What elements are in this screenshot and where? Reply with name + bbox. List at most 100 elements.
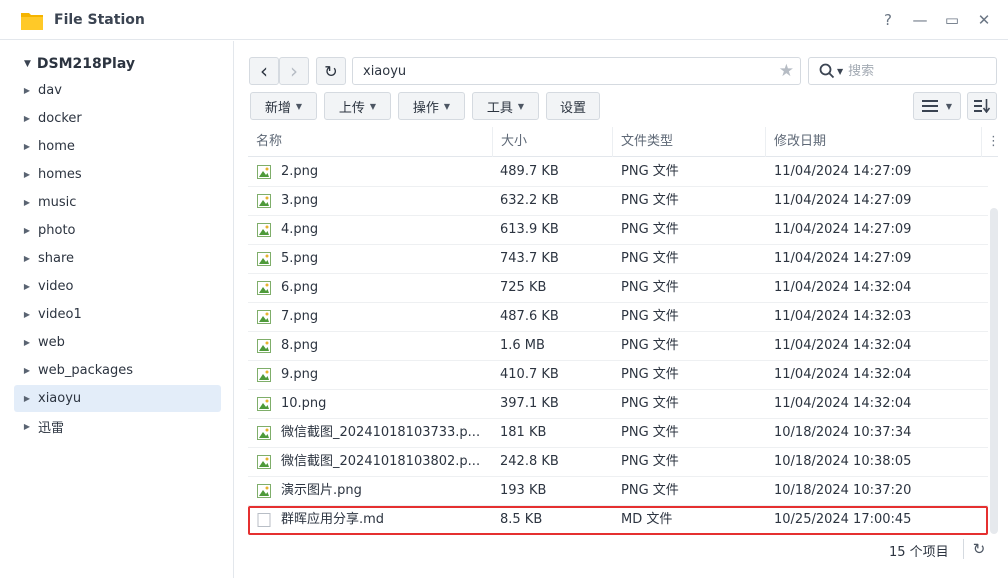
sidebar-item[interactable]: ▶ docker	[14, 105, 221, 132]
caret-right-icon[interactable]: ▶	[14, 86, 38, 95]
sidebar-item[interactable]: ▶ share	[14, 245, 221, 272]
sidebar-item[interactable]: ▶ web_packages	[14, 357, 221, 384]
file-name: 2.png	[281, 164, 319, 179]
sort-button[interactable]	[967, 92, 997, 120]
scrollbar[interactable]	[990, 208, 998, 534]
caret-right-icon[interactable]: ▶	[14, 198, 38, 207]
file-size: 725 KB	[500, 280, 547, 295]
file-date: 10/18/2024 10:38:05	[774, 454, 912, 469]
minimize-icon[interactable]: —	[910, 10, 930, 30]
caret-right-icon[interactable]: ▶	[14, 114, 38, 123]
folder-tree: ▼ DSM218Play ▶ dav ▶ docker ▶ home ▶ homes ▶ musi…	[0, 41, 234, 578]
file-size: 489.7 KB	[500, 164, 559, 179]
caret-down-icon[interactable]: ▼	[24, 59, 31, 69]
sidebar-item[interactable]: ▶ web	[14, 329, 221, 356]
table-row[interactable]: 6.png 725 KB PNG 文件 11/04/2024 14:32:04	[248, 274, 988, 303]
sidebar-item-label: music	[38, 195, 77, 210]
maximize-icon[interactable]: ▭	[942, 10, 962, 30]
star-icon[interactable]: ★	[779, 61, 794, 81]
sidebar-item-label: video1	[38, 307, 82, 322]
image-file-icon	[257, 455, 271, 469]
search-dropdown-icon[interactable]: ▼	[837, 67, 843, 76]
settings-button[interactable]: 设置	[546, 92, 600, 120]
sidebar-item[interactable]: ▶ dav	[14, 77, 221, 104]
caret-right-icon[interactable]: ▶	[14, 226, 38, 235]
column-size[interactable]: 大小	[493, 127, 613, 157]
sidebar-item[interactable]: ▶ music	[14, 189, 221, 216]
file-date: 11/04/2024 14:27:09	[774, 164, 912, 179]
tools-button[interactable]: 工具 ▼	[472, 92, 539, 120]
title-bar: File Station ? — ▭ ✕	[0, 0, 1008, 40]
sidebar-item[interactable]: ▶ video	[14, 273, 221, 300]
file-type: PNG 文件	[621, 193, 679, 208]
sidebar-item[interactable]: ▶ video1	[14, 301, 221, 328]
divider	[963, 539, 964, 559]
caret-right-icon[interactable]: ▶	[14, 142, 38, 151]
sidebar-item[interactable]: ▶ xiaoyu	[14, 385, 221, 412]
sidebar-item-label: web_packages	[38, 363, 134, 378]
table-row[interactable]: 5.png 743.7 KB PNG 文件 11/04/2024 14:27:09	[248, 245, 988, 274]
file-type: PNG 文件	[621, 164, 679, 179]
close-icon[interactable]: ✕	[974, 10, 994, 30]
file-type: PNG 文件	[621, 251, 679, 266]
file-type: PNG 文件	[621, 222, 679, 237]
file-name: 演示图片.png	[281, 483, 362, 498]
file-date: 11/04/2024 14:32:03	[774, 309, 912, 324]
caret-right-icon[interactable]: ▶	[14, 282, 38, 291]
sidebar-item-label: 迅雷	[38, 421, 65, 436]
column-options-icon[interactable]: ⋮	[982, 127, 1000, 157]
caret-right-icon[interactable]: ▶	[14, 394, 38, 403]
table-row[interactable]: 7.png 487.6 KB PNG 文件 11/04/2024 14:32:03	[248, 303, 988, 332]
table-row[interactable]: 微信截图_20241018103802.p... 242.8 KB PNG 文件 10…	[248, 448, 988, 477]
table-row[interactable]: 8.png 1.6 MB PNG 文件 11/04/2024 14:32:04	[248, 332, 988, 361]
caret-right-icon[interactable]: ▶	[14, 338, 38, 347]
table-row[interactable]: 微信截图_20241018103733.p... 181 KB PNG 文件 10/1…	[248, 419, 988, 448]
create-button-label: 新增	[264, 100, 291, 116]
action-button[interactable]: 操作 ▼	[398, 92, 465, 120]
table-row[interactable]: 2.png 489.7 KB PNG 文件 11/04/2024 14:27:09	[248, 158, 988, 187]
file-type: PNG 文件	[621, 338, 679, 353]
file-browser: ‹ › ↻ xiaoyu ★ ▼ 新增 ▼ 上传 ▼ 操作 ▼ 工具 ▼ 设置 ▼	[235, 41, 1008, 578]
document-file-icon	[257, 513, 271, 527]
back-button[interactable]: ‹	[249, 57, 279, 85]
image-file-icon	[257, 310, 271, 324]
column-date[interactable]: 修改日期	[766, 127, 982, 157]
refresh-icon[interactable]: ↻	[970, 539, 988, 559]
table-row[interactable]: 4.png 613.9 KB PNG 文件 11/04/2024 14:27:09	[248, 216, 988, 245]
sidebar-item[interactable]: ▶ 迅雷	[14, 413, 221, 440]
file-date: 11/04/2024 14:32:04	[774, 396, 912, 411]
upload-button-label: 上传	[338, 100, 365, 116]
path-bar[interactable]: xiaoyu ★	[352, 57, 801, 85]
forward-button[interactable]: ›	[279, 57, 309, 85]
caret-right-icon[interactable]: ▶	[14, 254, 38, 263]
image-file-icon	[257, 426, 271, 440]
sidebar-item-label: docker	[38, 111, 82, 126]
caret-right-icon[interactable]: ▶	[14, 422, 38, 431]
search-box[interactable]: ▼	[808, 57, 997, 85]
table-row[interactable]: 9.png 410.7 KB PNG 文件 11/04/2024 14:32:04	[248, 361, 988, 390]
file-date: 11/04/2024 14:27:09	[774, 222, 912, 237]
caret-right-icon[interactable]: ▶	[14, 366, 38, 375]
sidebar-item[interactable]: ▶ photo	[14, 217, 221, 244]
column-name[interactable]: 名称	[248, 127, 493, 157]
sidebar-item[interactable]: ▶ homes	[14, 161, 221, 188]
tree-root[interactable]: ▼ DSM218Play	[24, 55, 135, 73]
caret-right-icon[interactable]: ▶	[14, 170, 38, 179]
view-mode-button[interactable]: ▼	[913, 92, 961, 120]
table-row[interactable]: 10.png 397.1 KB PNG 文件 11/04/2024 14:32:04	[248, 390, 988, 419]
column-type[interactable]: 文件类型	[613, 127, 766, 157]
help-icon[interactable]: ?	[878, 10, 898, 30]
file-type: PNG 文件	[621, 454, 679, 469]
sidebar-item[interactable]: ▶ home	[14, 133, 221, 160]
create-button[interactable]: 新增 ▼	[250, 92, 317, 120]
file-size: 613.9 KB	[500, 222, 559, 237]
upload-button[interactable]: 上传 ▼	[324, 92, 391, 120]
table-row[interactable]: 3.png 632.2 KB PNG 文件 11/04/2024 14:27:09	[248, 187, 988, 216]
search-input[interactable]	[848, 63, 979, 79]
table-row[interactable]: 群晖应用分享.md 8.5 KB MD 文件 10/25/2024 17:00:45	[248, 506, 988, 535]
file-name: 5.png	[281, 251, 319, 266]
image-file-icon	[257, 397, 271, 411]
caret-right-icon[interactable]: ▶	[14, 310, 38, 319]
refresh-button[interactable]: ↻	[316, 57, 346, 85]
table-row[interactable]: 演示图片.png 193 KB PNG 文件 10/18/2024 10:37:20	[248, 477, 988, 506]
